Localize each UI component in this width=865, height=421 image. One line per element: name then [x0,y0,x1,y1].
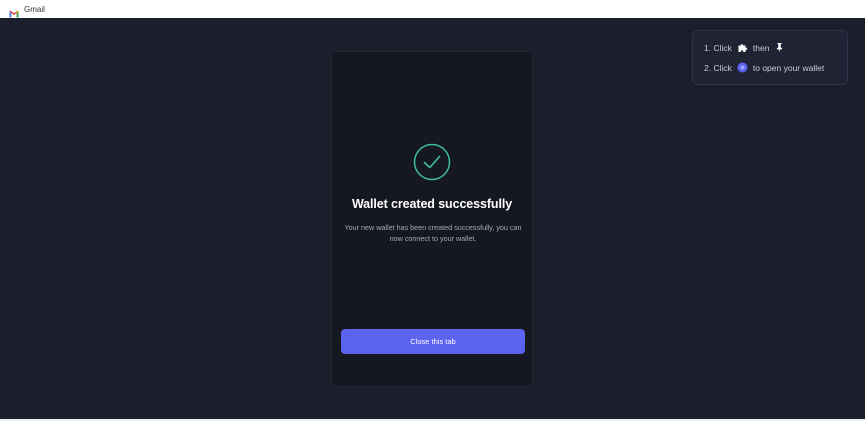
bookmarks-bar: Gmail [0,0,865,19]
card-description: Your new wallet has been created success… [344,223,522,243]
extension-hint-box: 1. Click then 2. Click to open your wall… [692,30,848,85]
gmail-icon [9,5,19,18]
hint-step-1-text: 1. Click [704,42,732,53]
hint-step-2-text: 2. Click [704,62,732,73]
close-tab-button[interactable]: Close this tab [341,329,525,354]
hint-step-2-suffix: to open your wallet [752,62,825,73]
check-circle-icon [413,143,451,181]
wallet-extension-icon [737,62,748,73]
puzzle-extension-icon [737,42,748,53]
pin-icon [774,42,785,53]
wallet-success-card: Wallet created successfully Your new wal… [331,51,533,387]
bookmark-gmail[interactable]: Gmail [7,1,47,18]
hint-step-1: 1. Click then [704,42,790,53]
hint-step-2: 2. Click to open your wallet [704,62,824,73]
bookmark-label: Gmail [24,4,45,14]
hint-step-1-connector: then [752,42,770,53]
card-title: Wallet created successfully [351,197,513,211]
